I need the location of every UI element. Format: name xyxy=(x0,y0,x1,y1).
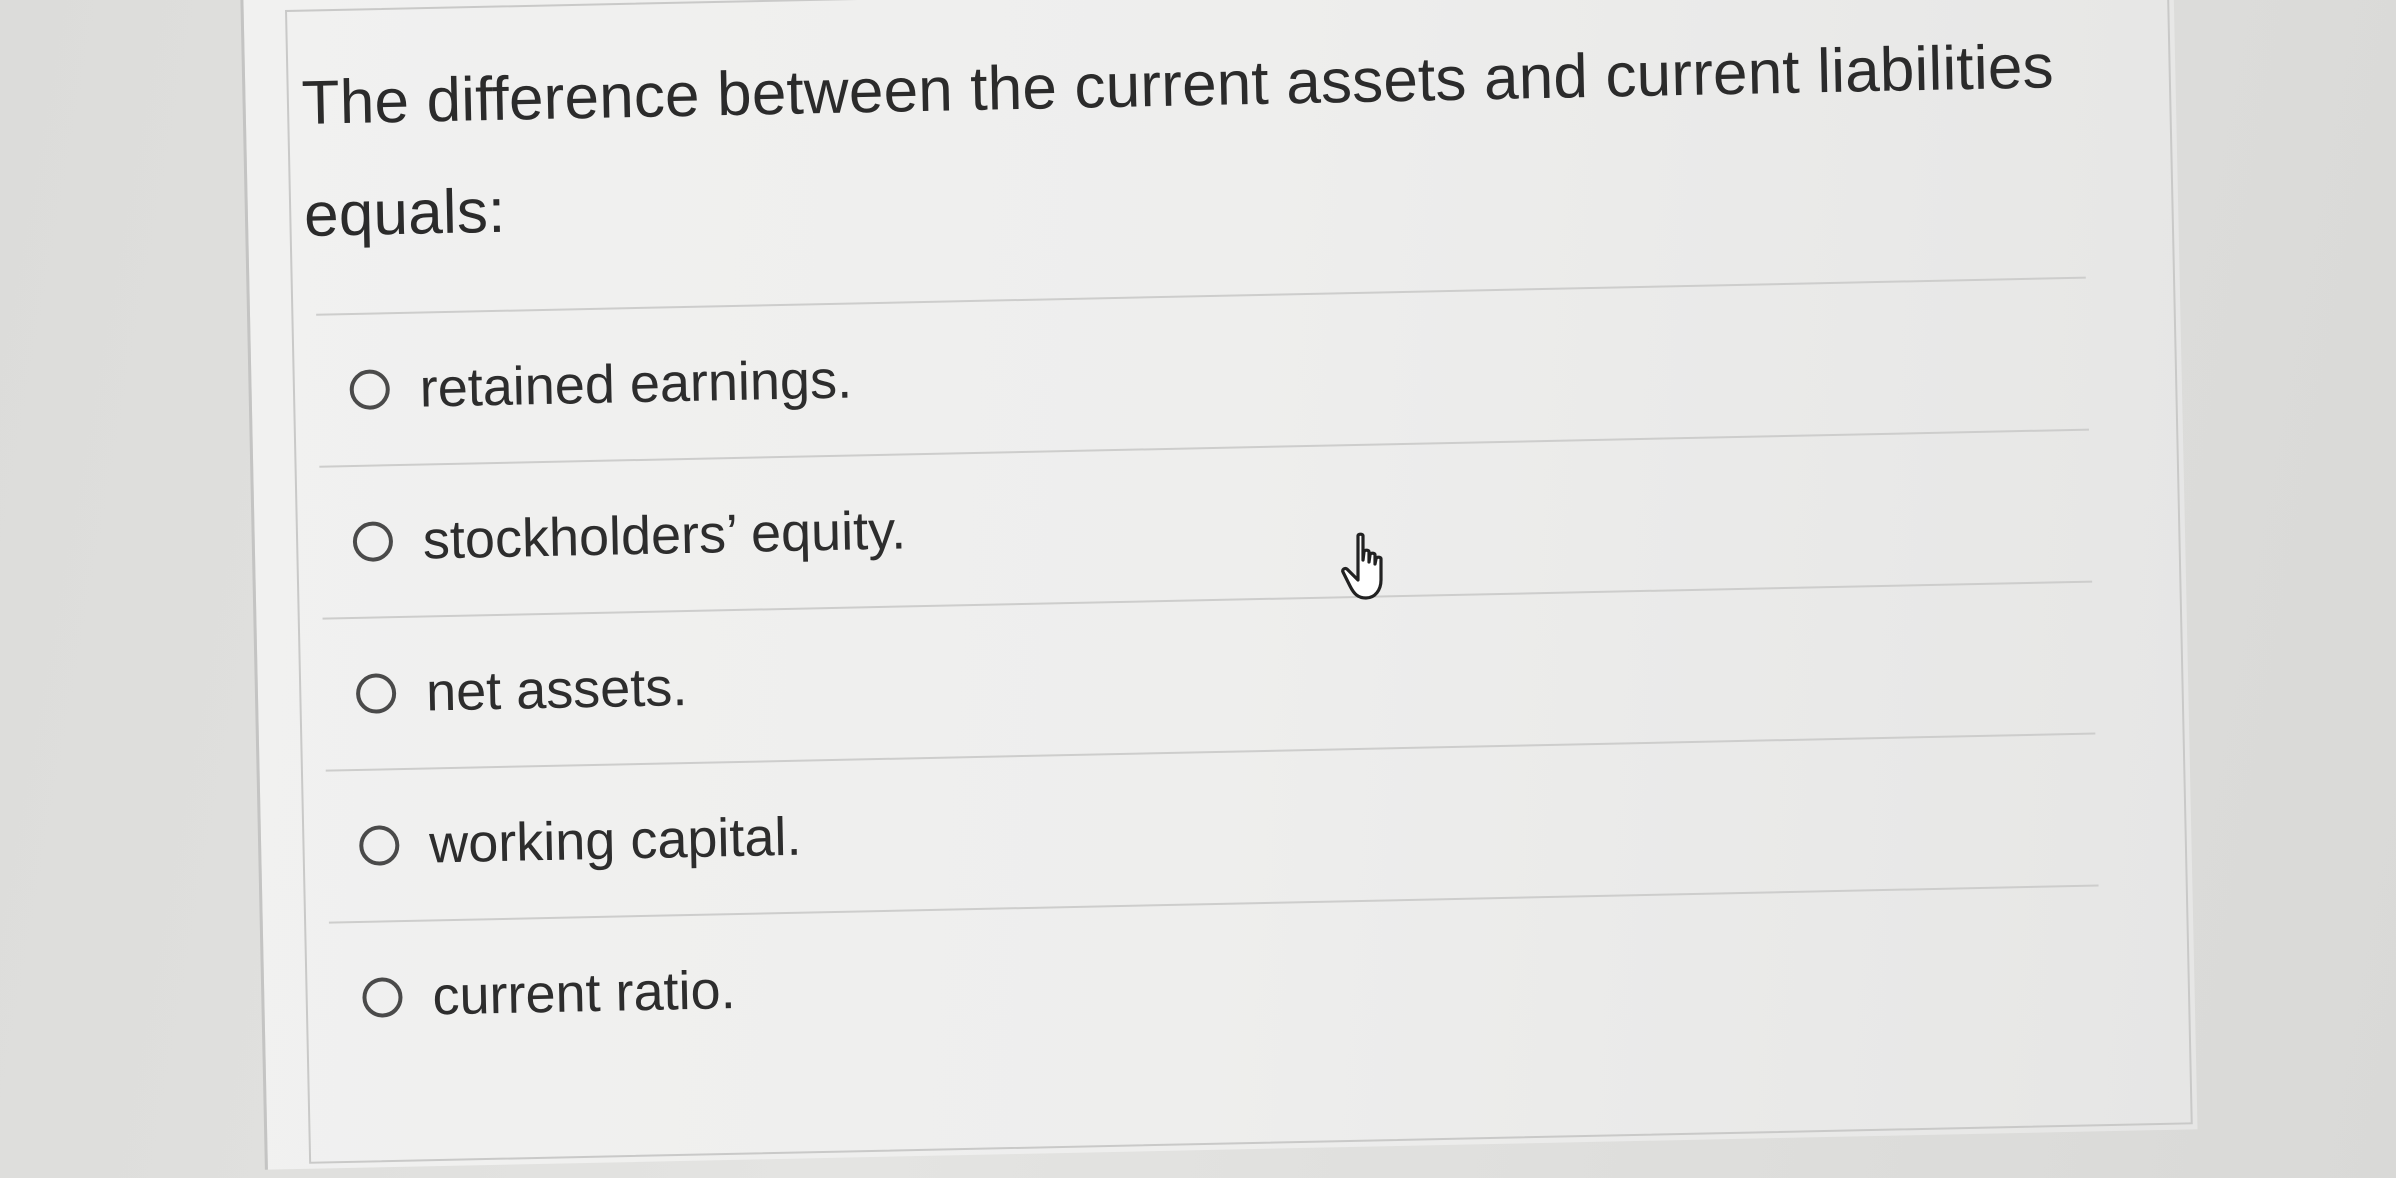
radio-button-icon[interactable] xyxy=(362,977,403,1018)
option-label: net assets. xyxy=(425,657,688,723)
radio-button-icon[interactable] xyxy=(352,521,394,563)
option-label: working capital. xyxy=(428,806,803,875)
radio-button-icon[interactable] xyxy=(358,825,400,866)
hand-pointer-cursor-icon xyxy=(1341,532,1383,600)
answer-options: retained earnings. stockholders’ equity.… xyxy=(306,278,2101,1074)
radio-button-icon[interactable] xyxy=(349,369,391,411)
question-content: The difference between the current asset… xyxy=(300,0,2102,1074)
radio-button-icon[interactable] xyxy=(355,673,397,714)
option-label: current ratio. xyxy=(431,960,737,1027)
question-text: The difference between the current asset… xyxy=(301,32,2055,250)
option-label: retained earnings. xyxy=(419,349,853,419)
option-label: stockholders’ equity. xyxy=(422,500,907,571)
